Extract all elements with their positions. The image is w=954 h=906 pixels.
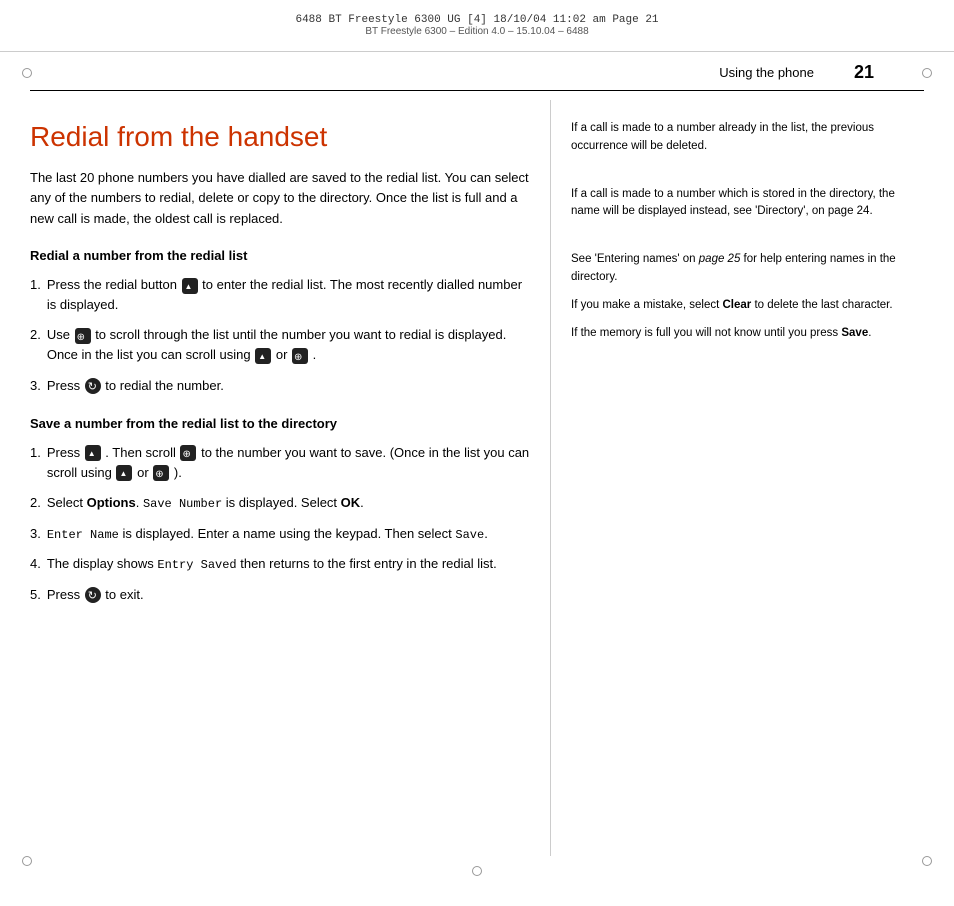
corner-mark-br	[922, 856, 932, 866]
corner-mark-tr	[922, 68, 932, 78]
save-number-mono: Save Number	[143, 497, 222, 511]
step-2-4: 4. The display shows Entry Saved then re…	[30, 554, 530, 575]
left-column: Redial from the handset The last 20 phon…	[30, 100, 550, 856]
step-text: Select Options. Save Number is displayed…	[47, 493, 364, 514]
step-num: 4.	[30, 554, 41, 574]
entry-saved-mono: Entry Saved	[157, 558, 236, 572]
steps-list-2: 1. Press . Then scroll to the number you…	[30, 443, 530, 605]
enter-name-mono: Enter Name	[47, 528, 119, 542]
step-text: Press the redial button to enter the red…	[47, 275, 530, 315]
step-text: Use to scroll through the list until the…	[47, 325, 530, 365]
sidebar-note-3a: See 'Entering names' on page 25 for help…	[571, 251, 924, 287]
step-num: 2.	[30, 325, 41, 345]
sidebar-note-1-text: If a call is made to a number already in…	[571, 122, 874, 152]
page-number-area: Using the phone 21	[719, 62, 874, 83]
step-num: 2.	[30, 493, 41, 513]
options-label: Options	[87, 495, 136, 510]
sidebar-note-3: See 'Entering names' on page 25 for help…	[571, 251, 924, 342]
scroll2-icon	[292, 348, 308, 364]
scroll-icon	[75, 328, 91, 344]
step-2-3: 3. Enter Name is displayed. Enter a name…	[30, 524, 530, 545]
step-1-1: 1. Press the redial button to enter the …	[30, 275, 530, 315]
step-1-2: 2. Use to scroll through the list until …	[30, 325, 530, 365]
step-text: Press . Then scroll to the number you wa…	[47, 443, 530, 483]
step-text: Enter Name is displayed. Enter a name us…	[47, 524, 488, 545]
sub-heading-1: Redial a number from the redial list	[30, 248, 530, 263]
down3-icon	[153, 465, 169, 481]
step-num: 1.	[30, 443, 41, 463]
corner-mark-tl	[22, 68, 32, 78]
up-icon	[255, 348, 271, 364]
up3-icon	[116, 465, 132, 481]
header-line2: BT Freestyle 6300 – Edition 4.0 – 15.10.…	[365, 26, 588, 37]
intro-text: The last 20 phone numbers you have diall…	[30, 168, 530, 230]
sidebar-note-2: If a call is made to a number which is s…	[571, 186, 924, 222]
step-text: The display shows Entry Saved then retur…	[47, 554, 497, 575]
sub-heading-2: Save a number from the redial list to th…	[30, 416, 530, 431]
section-title: Redial from the handset	[30, 120, 530, 154]
step-1-3: 3. Press to redial the number.	[30, 376, 530, 396]
step-text: Press to redial the number.	[47, 376, 224, 396]
steps-list-1: 1. Press the redial button to enter the …	[30, 275, 530, 396]
header-line1: 6488 BT Freestyle 6300 UG [4] 18/10/04 1…	[295, 14, 658, 26]
save-icon	[85, 445, 101, 461]
ok-label: OK	[341, 495, 361, 510]
corner-mark-bl	[22, 856, 32, 866]
step-num: 5.	[30, 585, 41, 605]
sidebar-note-3c: If the memory is full you will not know …	[571, 325, 924, 343]
page-title: Using the phone	[719, 65, 814, 80]
content-area: Redial from the handset The last 20 phon…	[30, 100, 924, 856]
scroll3-icon	[180, 445, 196, 461]
step-2-1: 1. Press . Then scroll to the number you…	[30, 443, 530, 483]
page-divider	[30, 90, 924, 91]
sidebar-note-2-text: If a call is made to a number which is s…	[571, 188, 895, 218]
step-text: Press to exit.	[47, 585, 144, 605]
save-mono: Save	[455, 528, 484, 542]
redial-icon	[85, 378, 101, 394]
page-number: 21	[854, 62, 874, 83]
bottom-center-mark	[472, 866, 482, 876]
sidebar-note-1: If a call is made to a number already in…	[571, 120, 924, 156]
exit-icon	[85, 587, 101, 603]
sidebar-notes: If a call is made to a number already in…	[550, 100, 924, 856]
step-2-5: 5. Press to exit.	[30, 585, 530, 605]
page-header: 6488 BT Freestyle 6300 UG [4] 18/10/04 1…	[0, 0, 954, 52]
sidebar-note-3b: If you make a mistake, select Clear to d…	[571, 297, 924, 315]
step-num: 3.	[30, 524, 41, 544]
step-2-2: 2. Select Options. Save Number is displa…	[30, 493, 530, 514]
step-num: 3.	[30, 376, 41, 396]
redial-up-icon	[182, 278, 198, 294]
step-num: 1.	[30, 275, 41, 295]
